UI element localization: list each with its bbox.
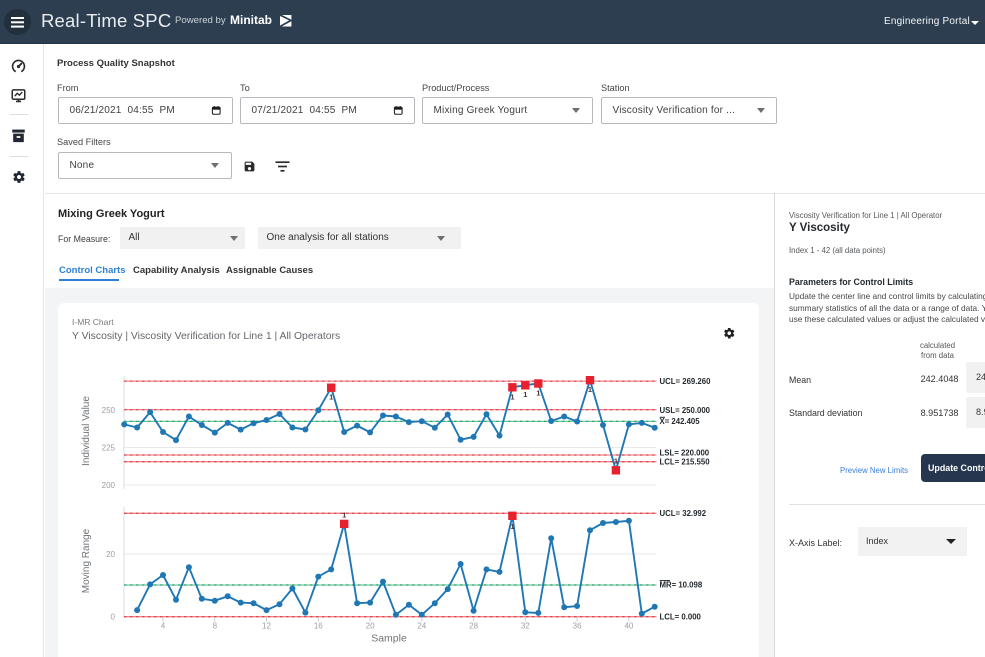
svg-text:4: 4 xyxy=(161,622,166,631)
svg-text:UCL= 32.992: UCL= 32.992 xyxy=(660,509,707,518)
svg-text:LCL= 215.550: LCL= 215.550 xyxy=(660,458,711,467)
svg-text:1: 1 xyxy=(510,522,514,531)
svg-text:20: 20 xyxy=(366,622,375,631)
svg-text:LCL= 0.000: LCL= 0.000 xyxy=(660,613,702,622)
svg-text:12: 12 xyxy=(262,622,271,631)
svg-text:USL= 250.000: USL= 250.000 xyxy=(660,406,711,415)
svg-text:32: 32 xyxy=(521,622,530,631)
svg-text:28: 28 xyxy=(469,622,478,631)
svg-text:8: 8 xyxy=(213,622,218,631)
svg-text:24: 24 xyxy=(417,622,426,631)
svg-text:1: 1 xyxy=(588,385,592,394)
svg-text:1: 1 xyxy=(523,390,527,399)
svg-text:16: 16 xyxy=(314,622,323,631)
svg-text:200: 200 xyxy=(102,481,116,490)
svg-text:36: 36 xyxy=(573,622,582,631)
svg-text:LSL= 220.000: LSL= 220.000 xyxy=(660,448,710,457)
svg-text:0: 0 xyxy=(111,613,116,622)
svg-text:225: 225 xyxy=(102,443,116,452)
svg-text:1: 1 xyxy=(536,389,540,398)
svg-text:X= 242.405: X= 242.405 xyxy=(660,417,701,426)
svg-text:Moving Range: Moving Range xyxy=(81,528,92,593)
svg-text:1: 1 xyxy=(510,392,514,401)
svg-text:250: 250 xyxy=(102,406,116,415)
svg-text:UCL= 269.260: UCL= 269.260 xyxy=(660,377,712,386)
svg-text:Sample: Sample xyxy=(371,633,407,645)
svg-text:1: 1 xyxy=(342,510,346,519)
svg-text:40: 40 xyxy=(624,622,633,631)
svg-text:1: 1 xyxy=(614,456,618,465)
svg-text:20: 20 xyxy=(106,550,115,559)
svg-text:1: 1 xyxy=(329,393,333,402)
svg-text:MR= 10.098: MR= 10.098 xyxy=(660,581,703,590)
svg-text:Individual Value: Individual Value xyxy=(81,396,92,466)
